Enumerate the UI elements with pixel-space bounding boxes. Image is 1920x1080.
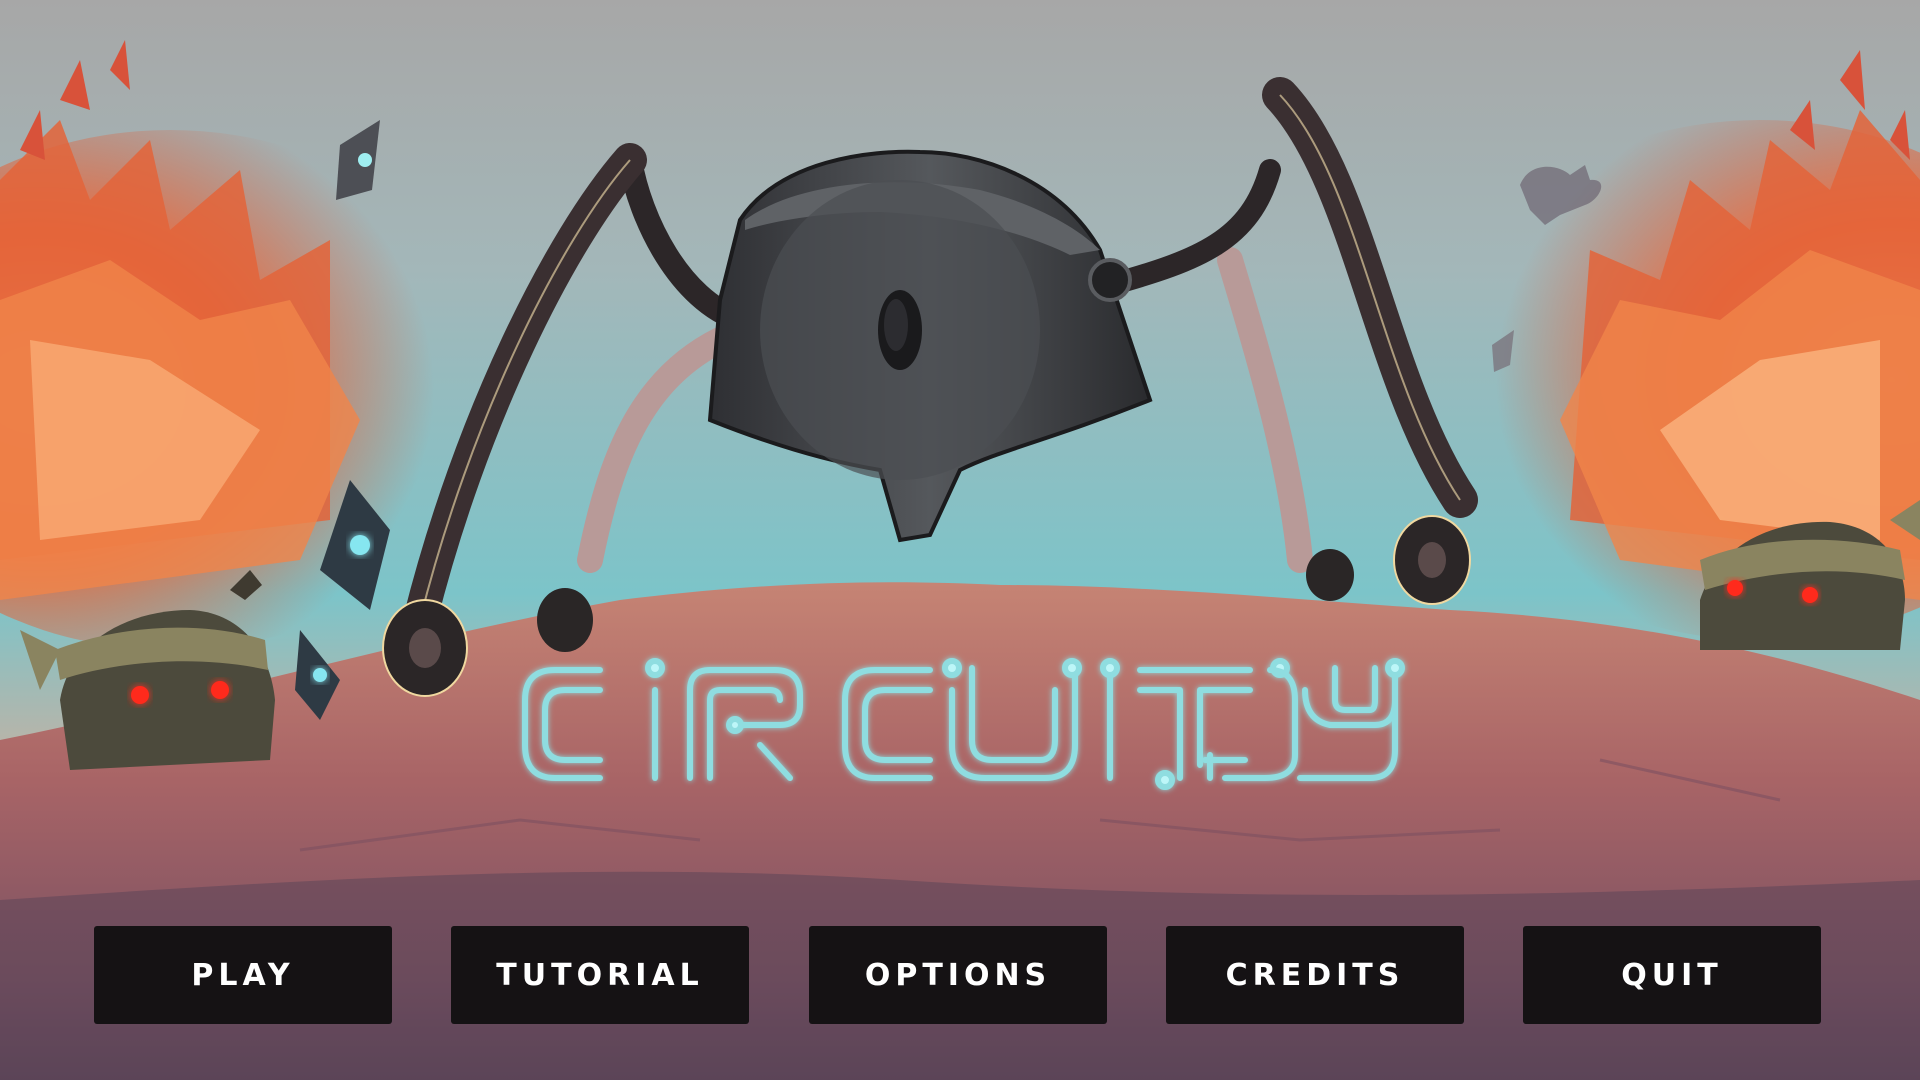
tutorial-button[interactable]: TUTORIAL (451, 926, 749, 1024)
credits-button-label: CREDITS (1225, 957, 1405, 993)
options-button-label: OPTIONS (864, 957, 1052, 993)
play-button[interactable]: PLAY (94, 926, 392, 1024)
game-title-logo (522, 658, 1405, 790)
quit-button-label: QUIT (1621, 957, 1723, 993)
main-menu: PLAY TUTORIAL OPTIONS CREDITS QUIT (0, 926, 1920, 1024)
quit-button[interactable]: QUIT (1523, 926, 1821, 1024)
play-button-label: PLAY (191, 957, 295, 993)
main-menu-screen: PLAY TUTORIAL OPTIONS CREDITS QUIT (0, 0, 1920, 1080)
options-button[interactable]: OPTIONS (809, 926, 1107, 1024)
tutorial-button-label: TUTORIAL (496, 957, 704, 993)
credits-button[interactable]: CREDITS (1166, 926, 1464, 1024)
